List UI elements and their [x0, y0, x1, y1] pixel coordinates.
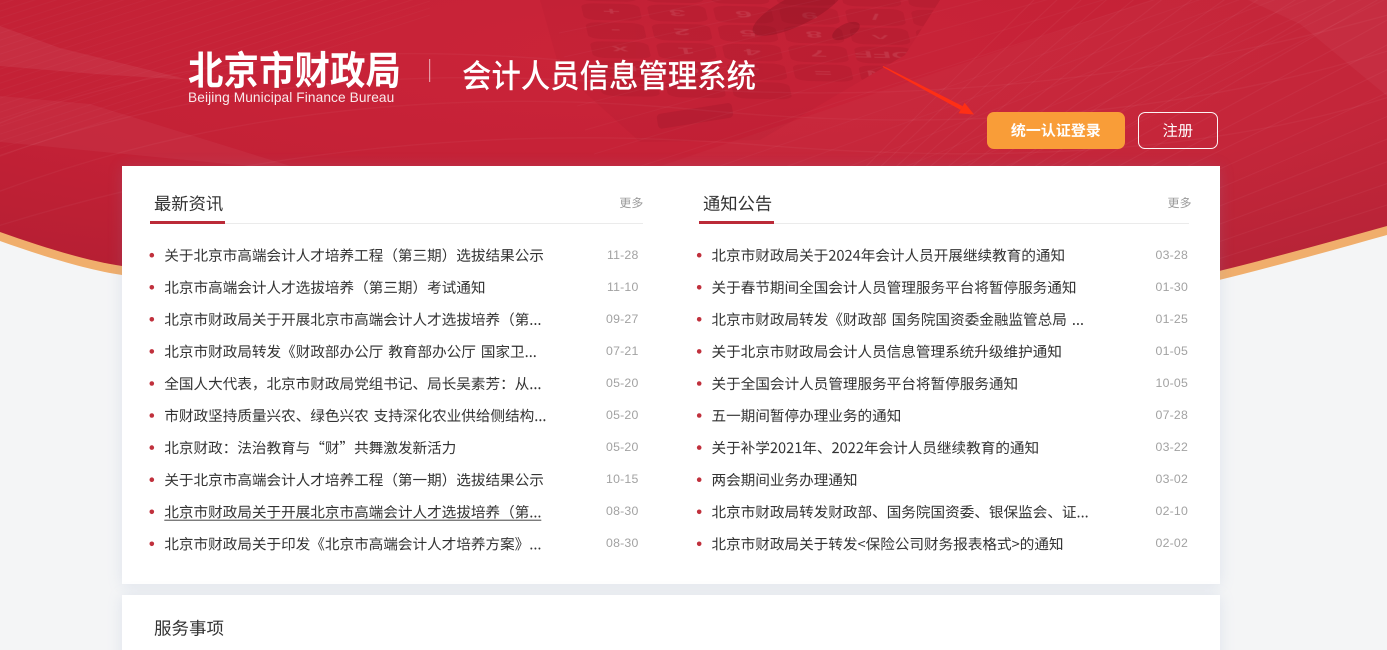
svg-text:3: 3 [668, 8, 687, 18]
svg-text:0: 0 [681, 65, 700, 75]
svg-text:^: ^ [870, 31, 890, 41]
svg-text:4: 4 [742, 47, 762, 57]
svg-text:8: 8 [804, 29, 823, 39]
svg-text:=: = [813, 67, 833, 77]
svg-text:+: + [601, 6, 621, 16]
svg-text:7: 7 [809, 48, 828, 58]
svg-text:1: 1 [677, 46, 696, 56]
svg-text:6: 6 [734, 9, 753, 19]
